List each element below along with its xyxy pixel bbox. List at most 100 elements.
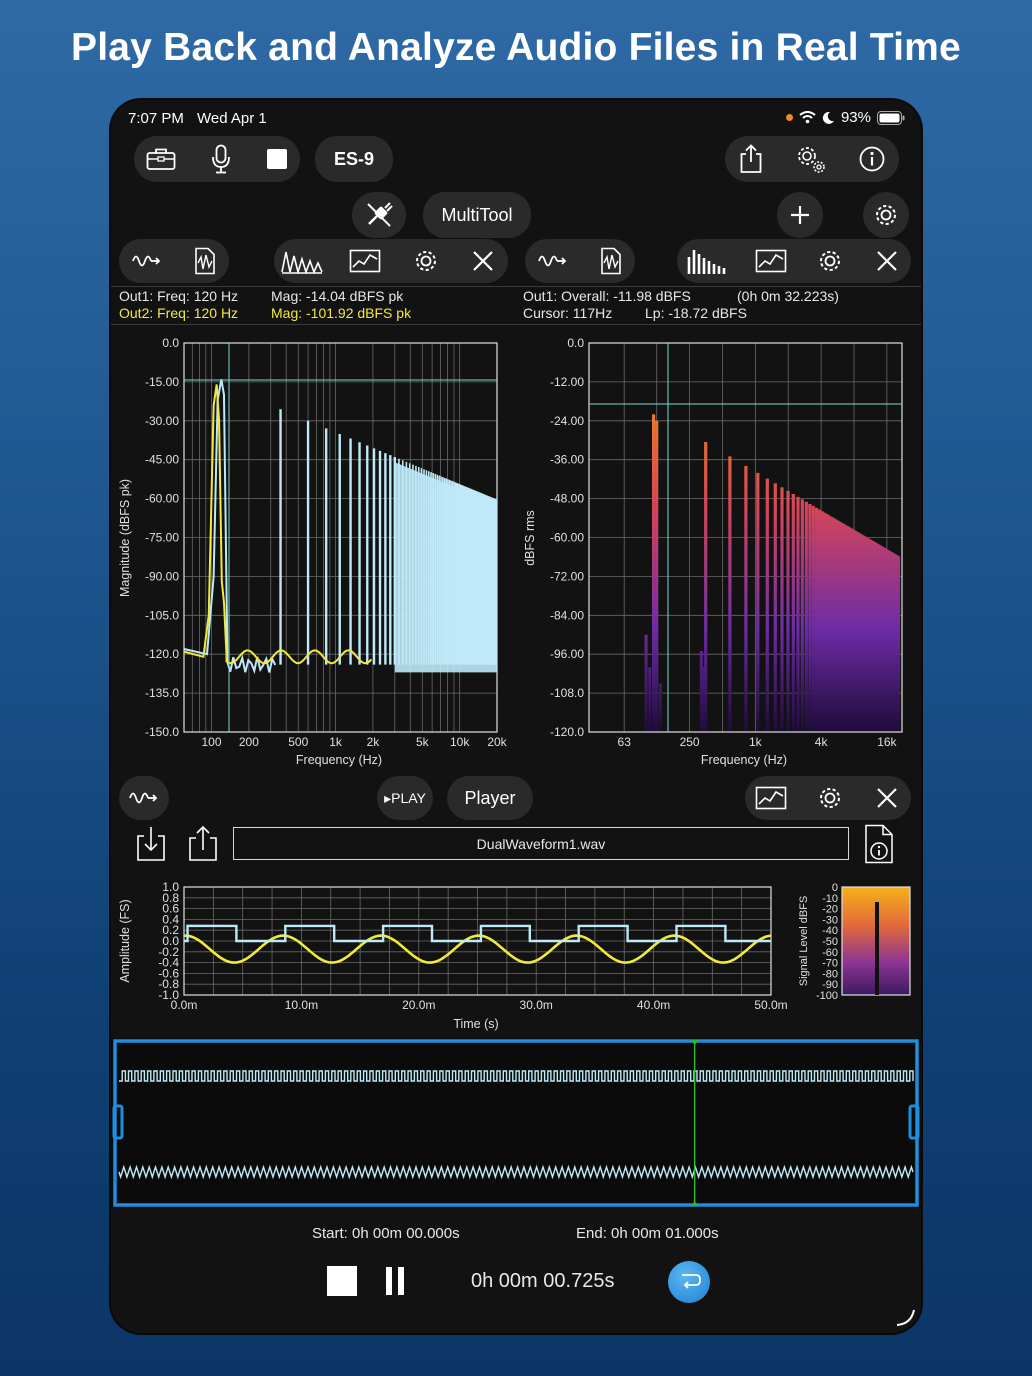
fft-x-tick: 100 xyxy=(202,735,222,749)
player-title-button[interactable]: Player xyxy=(447,776,533,820)
rta-bar xyxy=(780,487,784,732)
rta-plot[interactable]: 0.0 -12.00 -24.00 -36.00 -48.00 -60.00 -72.00 -… xyxy=(516,328,921,778)
fft-y-tick: -45.00 xyxy=(145,453,179,467)
gears-icon xyxy=(798,147,825,173)
toolbox-button[interactable] xyxy=(141,140,181,178)
rta-bar xyxy=(652,414,656,732)
rta-y-axis-label: dBFS rms xyxy=(523,510,537,566)
microphone-button[interactable] xyxy=(201,140,241,178)
meter-tick: -100 xyxy=(816,990,838,1002)
play-button[interactable]: ▸PLAY xyxy=(377,776,433,820)
fft-y-tick: -15.00 xyxy=(145,375,179,389)
scope-x-tick: 10.0m xyxy=(285,998,318,1012)
device-settings-button[interactable] xyxy=(789,140,833,178)
player-settings-button[interactable] xyxy=(809,779,851,817)
rta-bar xyxy=(786,490,790,732)
rta-x-tick: 4k xyxy=(815,735,829,749)
rta-waveform-button[interactable] xyxy=(531,242,575,280)
graph-icon xyxy=(755,249,787,273)
player-close-button[interactable] xyxy=(867,779,907,817)
fft-file-button[interactable] xyxy=(185,242,225,280)
rta-y-tick: -12.00 xyxy=(550,375,584,389)
import-button[interactable] xyxy=(131,822,171,864)
filename-field[interactable]: DualWaveform1.wav xyxy=(233,827,849,860)
file-info-button[interactable] xyxy=(859,822,899,866)
player-waveform-button[interactable] xyxy=(121,779,167,817)
rta-y-tick: -72.00 xyxy=(550,569,584,583)
rta-elapsed: (0h 0m 32.223s) xyxy=(737,288,839,304)
fft-settings-button[interactable] xyxy=(405,242,447,280)
scope-y-axis-label: Amplitude (FS) xyxy=(118,899,132,982)
cable-off-icon xyxy=(367,202,393,227)
rta-cursor: Cursor: 117Hz xyxy=(523,305,613,321)
selection-end: End: 0h 00m 01.000s xyxy=(576,1225,719,1242)
rta-close-button[interactable] xyxy=(867,242,907,280)
gear-icon xyxy=(416,251,436,271)
transport-stop-button[interactable] xyxy=(323,1262,361,1300)
multitool-button[interactable]: MultiTool xyxy=(423,192,531,238)
fft-y-tick: -135.0 xyxy=(145,686,179,700)
rta-graph-button[interactable] xyxy=(749,242,793,280)
rta-bar xyxy=(804,501,808,732)
rta-bar xyxy=(648,667,652,732)
waveform-file-icon xyxy=(601,247,621,275)
rta-mode-button[interactable] xyxy=(681,242,731,280)
waveform-file-icon xyxy=(195,247,215,275)
rta-bar xyxy=(756,472,760,732)
bypass-button[interactable] xyxy=(352,192,406,238)
rta-x-axis-label: Frequency (Hz) xyxy=(701,753,787,767)
device-button[interactable]: ES-9 xyxy=(315,136,393,182)
divider xyxy=(111,286,921,287)
fft-x-tick: 5k xyxy=(416,735,430,749)
share-icon xyxy=(189,825,217,861)
plus-icon xyxy=(791,206,809,224)
rta-x-tick: 16k xyxy=(877,735,897,749)
fft-close-button[interactable] xyxy=(463,242,503,280)
fft-x-tick: 10k xyxy=(450,735,470,749)
rta-bar xyxy=(773,483,777,732)
fft-y-tick: -60.00 xyxy=(145,492,179,506)
rta-y-tick: -60.00 xyxy=(550,531,584,545)
fft-y-axis-label: Magnitude (dBFS pk) xyxy=(118,479,132,597)
file-info-icon xyxy=(865,824,893,864)
rta-bar xyxy=(658,683,662,732)
fft-waveform-button[interactable] xyxy=(125,242,169,280)
add-button[interactable] xyxy=(777,192,823,238)
scope-x-tick: 30.0m xyxy=(520,998,553,1012)
rta-bar xyxy=(765,478,769,732)
export-button[interactable] xyxy=(183,822,223,864)
level-meter: 0-10-20-30-40-50-60-70-80-90-100 Signal … xyxy=(798,882,911,1002)
rta-bar xyxy=(800,499,804,732)
waveform-icon xyxy=(132,255,161,267)
player-graph-button[interactable] xyxy=(749,779,793,817)
stop-button[interactable] xyxy=(257,140,297,178)
fft-x-tick: 2k xyxy=(367,735,381,749)
fft-x-tick: 200 xyxy=(239,735,259,749)
scope-plot[interactable]: 1.00.80.60.40.20.0-0.2-0.4-0.6-0.8-1.00.… xyxy=(111,875,801,1040)
multitool-settings-button[interactable] xyxy=(863,192,909,238)
fft-y-tick: -75.00 xyxy=(145,531,179,545)
loop-toggle-button[interactable] xyxy=(668,1261,710,1303)
rta-file-button[interactable] xyxy=(591,242,631,280)
share-button[interactable] xyxy=(731,140,771,178)
waveform-overview[interactable] xyxy=(111,1038,921,1208)
waveform-icon xyxy=(538,255,567,267)
divider xyxy=(111,324,921,325)
graph-icon xyxy=(755,786,787,810)
rta-bar xyxy=(704,442,708,732)
fft-mode-button[interactable] xyxy=(277,242,327,280)
gear-icon xyxy=(876,205,896,225)
fft-plot[interactable]: 0.0 -15.00 -30.00 -45.00 -60.00 -75.00 -90.00 -… xyxy=(111,328,516,778)
rta-y-tick: -96.00 xyxy=(550,647,584,661)
transport-pause-button[interactable] xyxy=(377,1262,413,1300)
rta-settings-button[interactable] xyxy=(809,242,851,280)
fft-y-tick: -120.0 xyxy=(145,647,179,661)
fft-graph-button[interactable] xyxy=(343,242,387,280)
rta-bar xyxy=(701,667,705,732)
rta-bar xyxy=(791,494,795,732)
fft-out1-trace xyxy=(183,379,277,675)
info-button[interactable] xyxy=(851,140,893,178)
rta-bar xyxy=(728,456,732,732)
resize-corner-icon xyxy=(896,1309,915,1326)
rta-bar xyxy=(817,509,821,732)
